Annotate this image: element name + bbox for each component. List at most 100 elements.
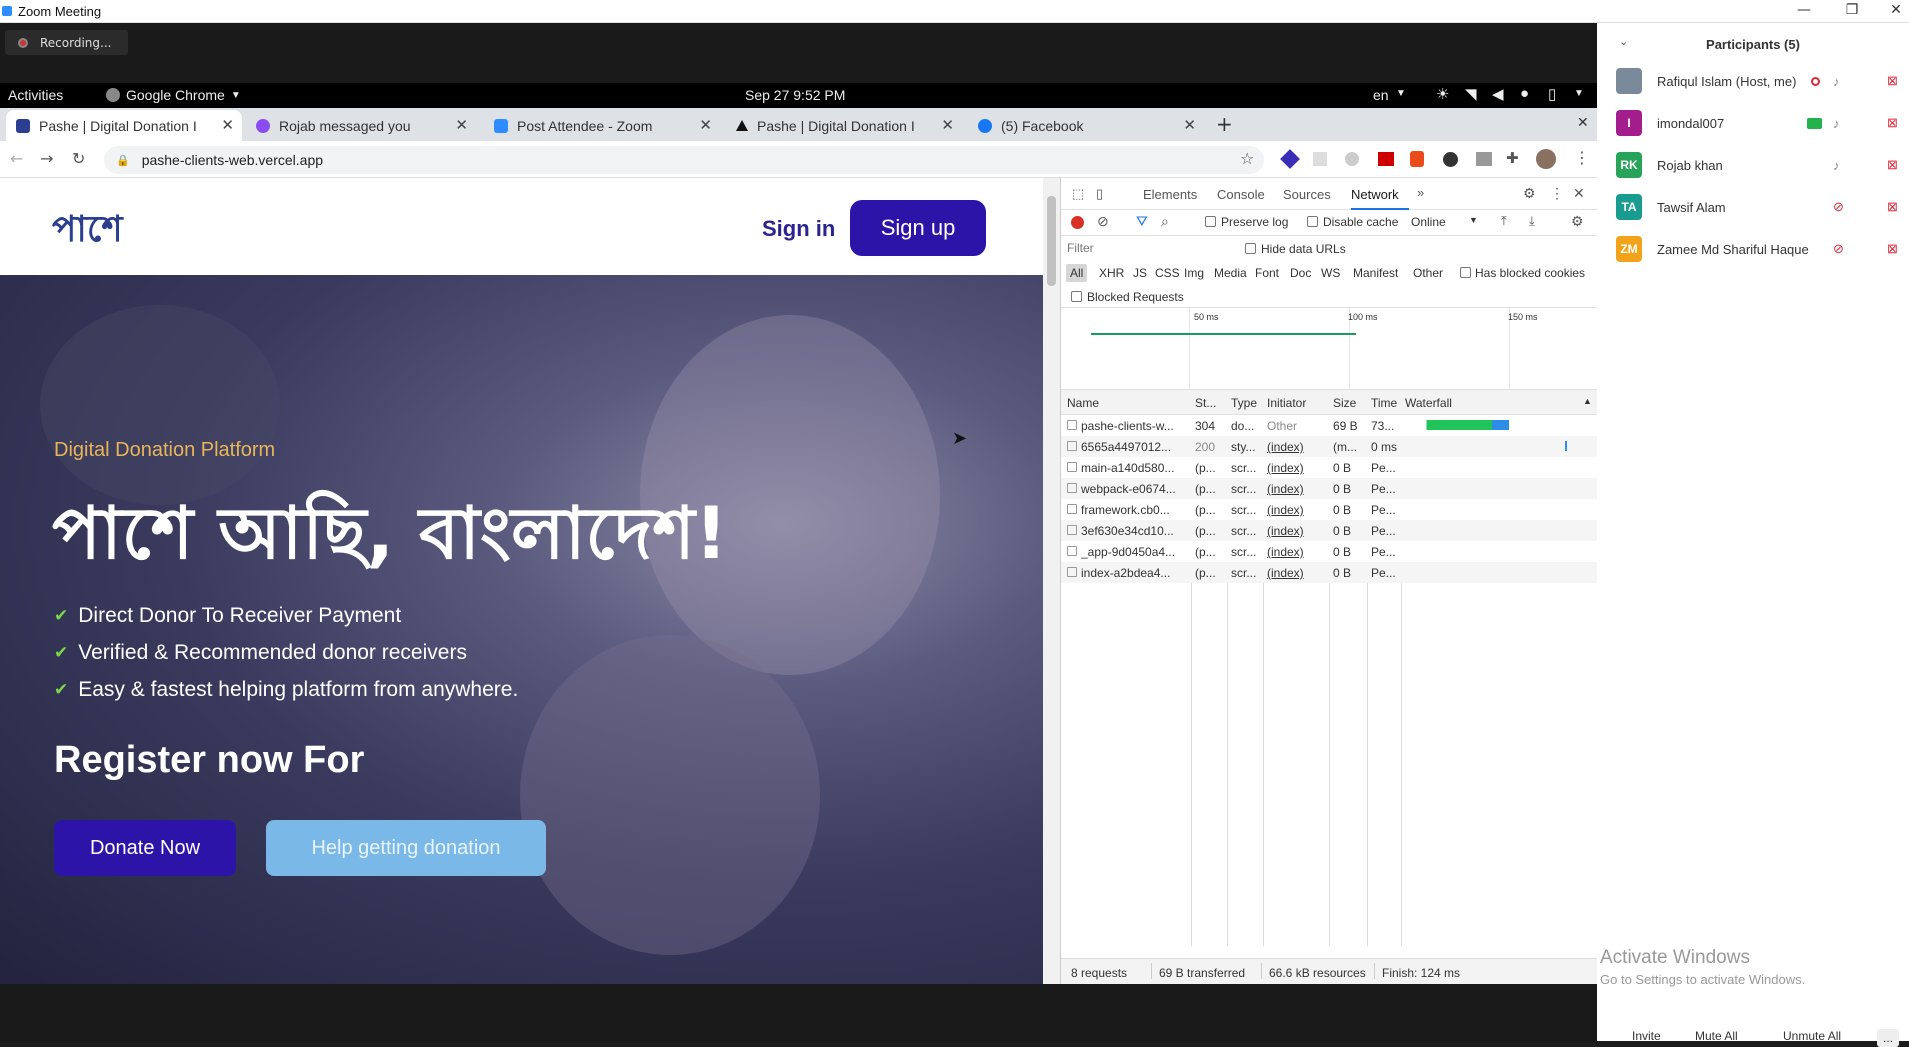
participant-row[interactable]: TA Tawsif Alam ⊘ ⊠ [1597, 187, 1909, 227]
column-status[interactable]: St... [1195, 396, 1216, 410]
page-scrollbar[interactable] [1043, 178, 1060, 984]
device-toolbar-icon[interactable]: ▯ [1096, 186, 1103, 202]
tab-console[interactable]: Console [1217, 187, 1265, 202]
sign-in-link[interactable]: Sign in [762, 216, 835, 242]
download-icon[interactable]: ⤓ [1529, 213, 1535, 229]
close-icon[interactable]: ✕ [1874, 2, 1909, 18]
throttle-select[interactable]: Online [1411, 215, 1446, 229]
network-request-row[interactable]: webpack-e0674... (p... scr... (index) 0 B Pe.… [1061, 478, 1598, 499]
filter-input[interactable] [1067, 239, 1235, 257]
chrome-menu-icon[interactable]: ⋮ [1574, 148, 1590, 167]
request-initiator[interactable]: (index) [1267, 440, 1325, 454]
site-logo[interactable]: পাশে [52, 202, 123, 262]
tab-messenger[interactable]: Rojab messaged you ✕ [246, 110, 476, 141]
tab-close-icon[interactable]: ✕ [1183, 116, 1196, 134]
type-filter-manifest[interactable]: Manifest [1353, 266, 1398, 280]
extension-icon[interactable] [1378, 152, 1394, 166]
blocked-requests-checkbox[interactable] [1071, 291, 1082, 302]
has-blocked-cookies-checkbox[interactable] [1460, 267, 1471, 278]
clock[interactable]: Sep 27 9:52 PM [745, 87, 845, 103]
hide-data-urls-checkbox[interactable] [1245, 243, 1256, 254]
extension-icon[interactable] [1410, 151, 1424, 167]
network-request-row[interactable]: 6565a4497012... 200 sty... (index) (m... 0 ms [1061, 436, 1598, 457]
tab-pashe-active[interactable]: Pashe | Digital Donation I ✕ [6, 110, 242, 141]
column-type[interactable]: Type [1231, 396, 1257, 410]
chevron-down-icon[interactable]: ▼ [1396, 88, 1406, 99]
column-time[interactable]: Time [1371, 396, 1397, 410]
tab-close-icon[interactable]: ✕ [221, 116, 234, 134]
scrollbar-thumb[interactable] [1047, 196, 1056, 286]
close-devtools-icon[interactable]: ✕ [1573, 185, 1585, 202]
participant-row[interactable]: RK Rojab khan ♪ ⊠ [1597, 145, 1909, 185]
extension-icon[interactable] [1345, 152, 1359, 166]
help-getting-donation-button[interactable]: Help getting donation [266, 820, 546, 876]
devtools-menu-icon[interactable]: ⋮ [1550, 185, 1564, 202]
type-filter-xhr[interactable]: XHR [1099, 266, 1124, 280]
language-indicator[interactable]: en [1373, 87, 1389, 103]
network-request-row[interactable]: pashe-clients-w... 304 do... Other 69 B 73... [1061, 415, 1598, 436]
clear-icon[interactable]: ⊘ [1097, 213, 1109, 230]
type-filter-media[interactable]: Media [1214, 266, 1247, 280]
restore-icon[interactable]: ❐ [1830, 2, 1874, 18]
recording-indicator[interactable]: Recording... [5, 30, 128, 55]
tab-zoom[interactable]: Post Attendee - Zoom ✕ [484, 110, 720, 141]
system-menu-icon[interactable]: ▼ [1574, 88, 1584, 99]
more-tabs-icon[interactable]: » [1417, 185, 1424, 200]
extension-icon[interactable] [1476, 152, 1492, 166]
request-initiator[interactable]: (index) [1267, 503, 1325, 517]
tab-elements[interactable]: Elements [1143, 187, 1197, 202]
participant-row[interactable]: Rafiqul Islam (Host, me) ♪ ⊠ [1597, 61, 1909, 101]
tab-sources[interactable]: Sources [1283, 187, 1331, 202]
type-filter-all[interactable]: All [1066, 264, 1088, 282]
activities-button[interactable]: Activities [8, 87, 63, 103]
extension-icon[interactable] [1280, 149, 1300, 169]
tab-close-icon[interactable]: ✕ [455, 116, 468, 134]
tab-facebook[interactable]: (5) Facebook ✕ [968, 110, 1204, 141]
column-size[interactable]: Size [1333, 396, 1356, 410]
settings-gear-icon[interactable]: ⚙ [1523, 185, 1536, 202]
tab-pashe-2[interactable]: Pashe | Digital Donation I ✕ [726, 110, 962, 141]
type-filter-css[interactable]: CSS [1155, 266, 1180, 280]
request-initiator[interactable]: (index) [1267, 545, 1325, 559]
participant-row[interactable]: ZM Zamee Md Shariful Haque ⊘ ⊠ [1597, 229, 1909, 269]
participant-row[interactable]: Iimondal007 ♪ ⊠ [1597, 103, 1909, 143]
minimize-icon[interactable]: — [1782, 2, 1826, 18]
tab-close-icon[interactable]: ✕ [699, 116, 712, 134]
tab-close-icon[interactable]: ✕ [941, 116, 954, 134]
network-settings-icon[interactable]: ⚙ [1571, 213, 1584, 230]
new-tab-icon[interactable]: + [1216, 112, 1233, 136]
network-request-row[interactable]: index-a2bdea4... (p... scr... (index) 0 B Pe.… [1061, 562, 1598, 583]
profile-avatar[interactable] [1536, 149, 1556, 169]
forward-icon[interactable]: → [40, 149, 53, 168]
record-icon[interactable] [1071, 216, 1084, 229]
tab-network[interactable]: Network [1351, 187, 1399, 202]
type-filter-img[interactable]: Img [1184, 266, 1204, 280]
preserve-log-checkbox[interactable] [1205, 216, 1216, 227]
extension-icon[interactable] [1443, 152, 1458, 167]
disable-cache-checkbox[interactable] [1307, 216, 1318, 227]
column-waterfall[interactable]: Waterfall [1405, 396, 1452, 410]
type-filter-ws[interactable]: WS [1321, 266, 1340, 280]
network-request-row[interactable]: framework.cb0... (p... scr... (index) 0 B Pe.… [1061, 499, 1598, 520]
inspect-element-icon[interactable]: ⬚ [1072, 186, 1084, 202]
sort-up-icon[interactable]: ▲ [1583, 396, 1592, 406]
type-filter-font[interactable]: Font [1255, 266, 1279, 280]
extensions-puzzle-icon[interactable]: ✚ [1506, 149, 1519, 167]
back-icon[interactable]: ← [10, 149, 23, 168]
app-menu[interactable]: Google Chrome ▼ [106, 87, 241, 103]
column-initiator[interactable]: Initiator [1267, 396, 1306, 410]
request-initiator[interactable]: (index) [1267, 524, 1325, 538]
column-name[interactable]: Name [1067, 396, 1099, 410]
network-request-row[interactable]: 3ef630e34cd10... (p... scr... (index) 0 B Pe.… [1061, 520, 1598, 541]
close-window-icon[interactable]: ✕ [1577, 115, 1589, 131]
network-request-row[interactable]: _app-9d0450a4... (p... scr... (index) 0 B Pe.… [1061, 541, 1598, 562]
more-options-button[interactable]: ... [1877, 1029, 1900, 1047]
type-filter-doc[interactable]: Doc [1290, 266, 1311, 280]
search-icon[interactable]: ⌕ [1161, 213, 1169, 230]
request-initiator[interactable]: (index) [1267, 461, 1325, 475]
extension-icon[interactable] [1313, 152, 1327, 166]
timeline-overview[interactable]: 50 ms 100 ms 150 ms [1061, 308, 1598, 390]
chevron-down-icon[interactable]: ▼ [1469, 215, 1478, 225]
donate-now-button[interactable]: Donate Now [54, 820, 236, 876]
type-filter-other[interactable]: Other [1413, 266, 1443, 280]
